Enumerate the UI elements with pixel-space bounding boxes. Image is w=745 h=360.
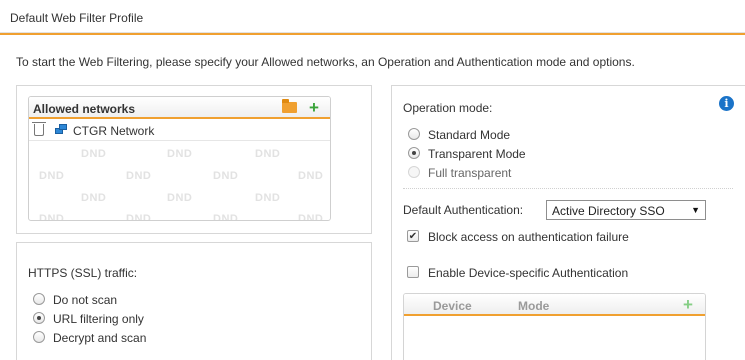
allowed-networks-grid: Allowed networks + CTGR Network DND DND … <box>28 96 331 221</box>
dnd-watermark: DND <box>213 213 239 221</box>
folder-icon[interactable] <box>282 99 297 113</box>
dropdown-arrow-icon: ▼ <box>691 205 700 215</box>
add-network-icon[interactable]: + <box>309 99 319 116</box>
block-on-failure-checkbox[interactable]: ✔ <box>407 230 419 242</box>
option-label: URL filtering only <box>53 312 144 326</box>
dnd-watermark: DND <box>39 170 65 182</box>
column-header-device: Device <box>433 299 472 313</box>
title-accent-line <box>0 33 745 35</box>
trash-icon[interactable] <box>32 122 46 136</box>
window-title: Default Web Filter Profile <box>10 11 144 25</box>
option-label: Full transparent <box>428 166 512 180</box>
authentication-select[interactable]: Active Directory SSO ▼ <box>546 200 706 220</box>
authentication-select-value: Active Directory SSO <box>552 204 665 218</box>
radio-decrypt-and-scan[interactable] <box>33 331 45 343</box>
radio-transparent-mode[interactable] <box>408 147 420 159</box>
option-label: Decrypt and scan <box>53 331 147 345</box>
info-icon[interactable]: i <box>719 96 734 111</box>
dnd-watermark: DND <box>255 192 281 204</box>
dnd-watermark: DND <box>298 213 324 221</box>
allowed-networks-header: Allowed networks + <box>29 97 330 119</box>
dnd-watermark: DND <box>255 148 281 160</box>
add-device-icon[interactable]: + <box>683 296 693 313</box>
device-table-header: Device Mode + <box>404 294 705 316</box>
option-label: Transparent Mode <box>428 147 526 161</box>
device-specific-auth-checkbox[interactable] <box>407 266 419 278</box>
dnd-watermark: DND <box>126 170 152 182</box>
block-on-failure-label: Block access on authentication failure <box>428 230 629 244</box>
dnd-watermark: DND <box>213 170 239 182</box>
divider <box>403 188 733 189</box>
dnd-watermark: DND <box>81 148 107 160</box>
dnd-watermark: DND <box>126 213 152 221</box>
default-authentication-label: Default Authentication: <box>403 203 524 217</box>
column-header-mode: Mode <box>518 299 550 313</box>
dnd-watermark: DND <box>298 170 324 182</box>
option-label: Standard Mode <box>428 128 511 142</box>
dnd-watermark: DND <box>39 213 65 221</box>
radio-standard-mode[interactable] <box>408 128 420 140</box>
https-panel: HTTPS (SSL) traffic: Do not scan URL fil… <box>16 242 372 360</box>
radio-do-not-scan[interactable] <box>33 293 45 305</box>
radio-full-transparent[interactable] <box>408 166 420 178</box>
intro-text: To start the Web Filtering, please speci… <box>16 55 635 69</box>
table-row: CTGR Network <box>29 121 330 141</box>
operation-mode-label: Operation mode: <box>403 101 493 115</box>
network-icon <box>55 124 68 136</box>
dnd-watermark: DND <box>167 192 193 204</box>
dnd-watermark: DND <box>167 148 193 160</box>
dnd-watermark: DND <box>81 192 107 204</box>
allowed-networks-panel: Allowed networks + CTGR Network DND DND … <box>16 85 372 234</box>
https-label: HTTPS (SSL) traffic: <box>28 266 138 280</box>
allowed-networks-title: Allowed networks <box>33 102 136 116</box>
radio-url-filtering-only[interactable] <box>33 312 45 324</box>
network-name: CTGR Network <box>73 124 155 138</box>
option-label: Do not scan <box>53 293 118 307</box>
title-bar: Default Web Filter Profile <box>0 0 745 33</box>
device-specific-auth-label: Enable Device-specific Authentication <box>428 266 629 280</box>
device-table: Device Mode + <box>403 293 706 360</box>
settings-panel: Operation mode: i Standard Mode Transpar… <box>391 85 745 360</box>
